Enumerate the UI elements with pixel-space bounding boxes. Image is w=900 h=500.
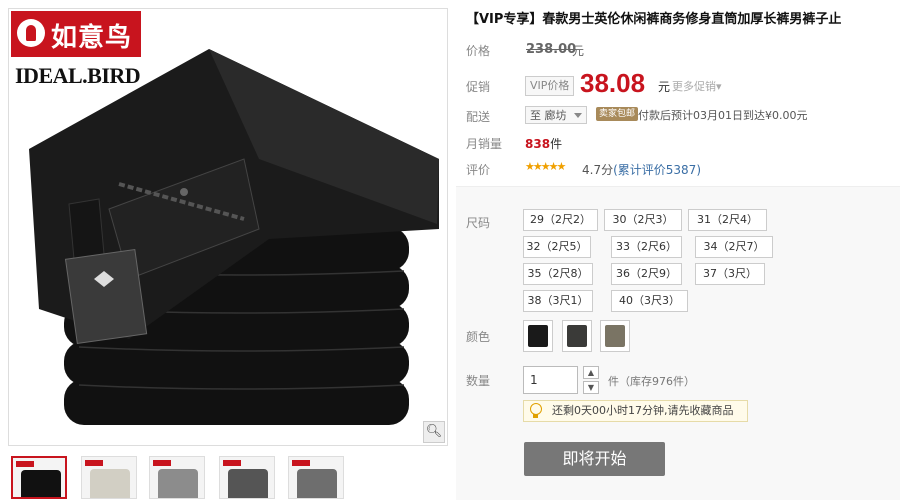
product-title: 【VIP专享】春款男士英伦休闲裤商务修身直筒加厚长裤男裤子止: [466, 12, 842, 27]
sales-unit: 件: [550, 137, 563, 151]
quantity-increase-button[interactable]: ▲: [583, 366, 599, 379]
thumbnail-4[interactable]: [219, 456, 275, 499]
size-option[interactable]: 33（2尺6）: [611, 236, 682, 258]
original-price: 238.00: [526, 42, 577, 57]
ship-location-value: 至 廊坊: [530, 109, 567, 122]
quantity-decrease-button[interactable]: ▼: [583, 381, 599, 394]
size-option[interactable]: 35（2尺8）: [523, 263, 593, 285]
rating-score: 4.7分(累计评价5387): [582, 161, 701, 178]
price-label: 价格: [466, 44, 491, 58]
size-option[interactable]: 38（3尺1）: [523, 290, 593, 312]
thumbnail-5[interactable]: [288, 456, 344, 499]
size-label: 尺码: [466, 216, 491, 230]
size-option[interactable]: 32（2尺5）: [523, 236, 591, 258]
color-label: 颜色: [466, 330, 491, 344]
vip-price-tag: VIP价格: [525, 76, 575, 96]
quantity-input[interactable]: 1: [523, 366, 578, 394]
dropdown-arrow-icon: [574, 113, 582, 118]
coming-soon-button[interactable]: 即将开始: [524, 442, 665, 476]
monthly-sales-label: 月销量: [466, 137, 503, 151]
color-swatch-black[interactable]: [523, 320, 553, 352]
magnifier-icon[interactable]: 🔍︎: [423, 421, 445, 443]
price-unit: 元: [658, 80, 671, 94]
size-option[interactable]: 34（2尺7）: [695, 236, 773, 258]
more-promo-link[interactable]: 更多促销▾: [672, 78, 722, 94]
pants-thumbnail-icon: [567, 325, 587, 347]
thumbnail-strip: [8, 456, 448, 499]
size-option[interactable]: 29（2尺2）: [523, 209, 598, 231]
score-value: 4.7分: [582, 163, 614, 177]
star-rating-icon: ★★★★★: [525, 160, 566, 173]
color-swatch-khaki[interactable]: [600, 320, 630, 352]
pants-thumbnail-icon: [605, 325, 625, 347]
size-option[interactable]: 31（2尺4）: [688, 209, 767, 231]
promo-label: 促销: [466, 80, 491, 94]
quantity-label: 数量: [466, 374, 491, 388]
more-promo-text: 更多促销: [672, 80, 716, 93]
thumbnail-1[interactable]: [11, 456, 67, 499]
original-price-unit: 元: [572, 44, 585, 58]
shipping-label: 配送: [466, 110, 491, 124]
lightbulb-icon: [530, 403, 542, 418]
size-option[interactable]: 36（2尺9）: [611, 263, 682, 285]
free-shipping-badge: 卖家包邮: [596, 107, 639, 121]
chevron-down-icon: ▾: [716, 80, 722, 93]
pants-thumbnail-icon: [528, 325, 548, 347]
delivery-estimate: 付款后预计03月01日到达¥0.00元: [638, 109, 808, 122]
monthly-sales: 838件: [525, 135, 562, 152]
logo-english-text: IDEAL.BIRD: [15, 63, 141, 88]
logo-chinese-text: 如意鸟: [51, 23, 133, 53]
rating-label: 评价: [466, 163, 491, 177]
thumbnail-3[interactable]: [149, 456, 205, 499]
brand-logo: 如意鸟: [11, 11, 141, 57]
main-product-image[interactable]: 如意鸟 IDEAL.BIRD 🔍︎: [8, 8, 448, 446]
sales-count: 838: [525, 137, 551, 151]
ship-location-select[interactable]: 至 廊坊: [525, 106, 587, 124]
current-price: 38.08: [580, 68, 646, 98]
countdown-text: 还剩0天00小时17分钟,请先收藏商品: [552, 404, 734, 417]
countdown-tip: 还剩0天00小时17分钟,请先收藏商品: [523, 400, 748, 422]
size-option[interactable]: 37（3尺）: [695, 263, 765, 285]
thumbnail-2[interactable]: [81, 456, 137, 499]
bird-logo-icon: [17, 19, 45, 47]
size-option[interactable]: 30（2尺3）: [604, 209, 682, 231]
review-count-link[interactable]: (累计评价5387): [613, 163, 701, 177]
stock-text: 件（库存976件）: [608, 375, 695, 388]
size-option[interactable]: 40（3尺3）: [611, 290, 688, 312]
color-swatch-darkgray[interactable]: [562, 320, 592, 352]
